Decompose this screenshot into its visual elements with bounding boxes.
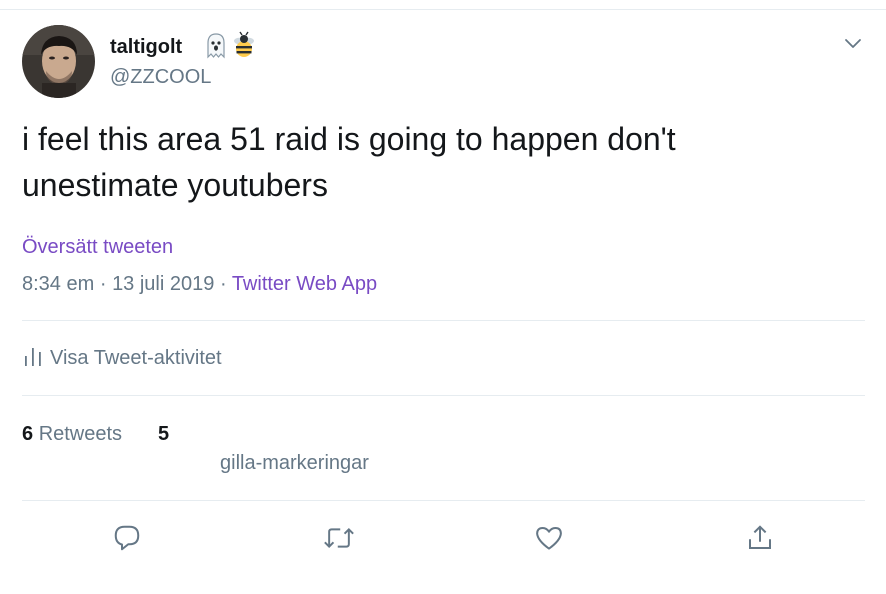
likes-label[interactable]: gilla-markeringar xyxy=(220,452,369,475)
share-button[interactable] xyxy=(743,521,777,555)
translate-link[interactable]: Översätt tweeten xyxy=(22,236,173,259)
retweets-stat[interactable]: 6 Retweets xyxy=(22,423,122,446)
retweets-label: Retweets xyxy=(38,423,123,445)
bee-emoji-icon xyxy=(234,31,254,57)
retweet-icon xyxy=(324,527,354,549)
share-icon xyxy=(749,525,771,549)
meta-separator: · xyxy=(219,273,227,295)
bar-chart-icon xyxy=(25,348,41,366)
divider xyxy=(22,320,865,321)
likes-count[interactable]: 5 xyxy=(158,423,169,446)
tweet-date[interactable]: 13 juli 2019 xyxy=(112,273,214,295)
user-handle[interactable]: @ZZCOOL xyxy=(110,66,211,89)
tweet-meta: 8:34 em · 13 juli 2019 · Twitter Web App xyxy=(22,273,377,296)
divider xyxy=(22,500,865,501)
top-divider xyxy=(0,9,886,10)
retweet-button[interactable] xyxy=(322,521,356,555)
heart-icon xyxy=(536,527,562,550)
tweet-source-link[interactable]: Twitter Web App xyxy=(232,273,377,295)
reply-button[interactable] xyxy=(110,521,144,555)
tweet-activity-label: Visa Tweet-aktivitet xyxy=(50,347,222,369)
retweets-count: 6 xyxy=(22,423,34,445)
divider xyxy=(22,395,865,396)
tweet-text: i feel this area 51 raid is going to hap… xyxy=(22,121,676,203)
chevron-down-icon[interactable] xyxy=(843,33,863,53)
display-name[interactable]: taltigolt xyxy=(110,36,182,59)
meta-separator: · xyxy=(99,273,107,295)
ghost-emoji-icon xyxy=(207,33,225,59)
tweet-time[interactable]: 8:34 em xyxy=(22,273,94,295)
like-button[interactable] xyxy=(532,521,566,555)
avatar[interactable] xyxy=(22,25,95,98)
reply-icon xyxy=(114,525,140,551)
tweet-activity-link[interactable]: Visa Tweet-aktivitet xyxy=(24,347,222,370)
